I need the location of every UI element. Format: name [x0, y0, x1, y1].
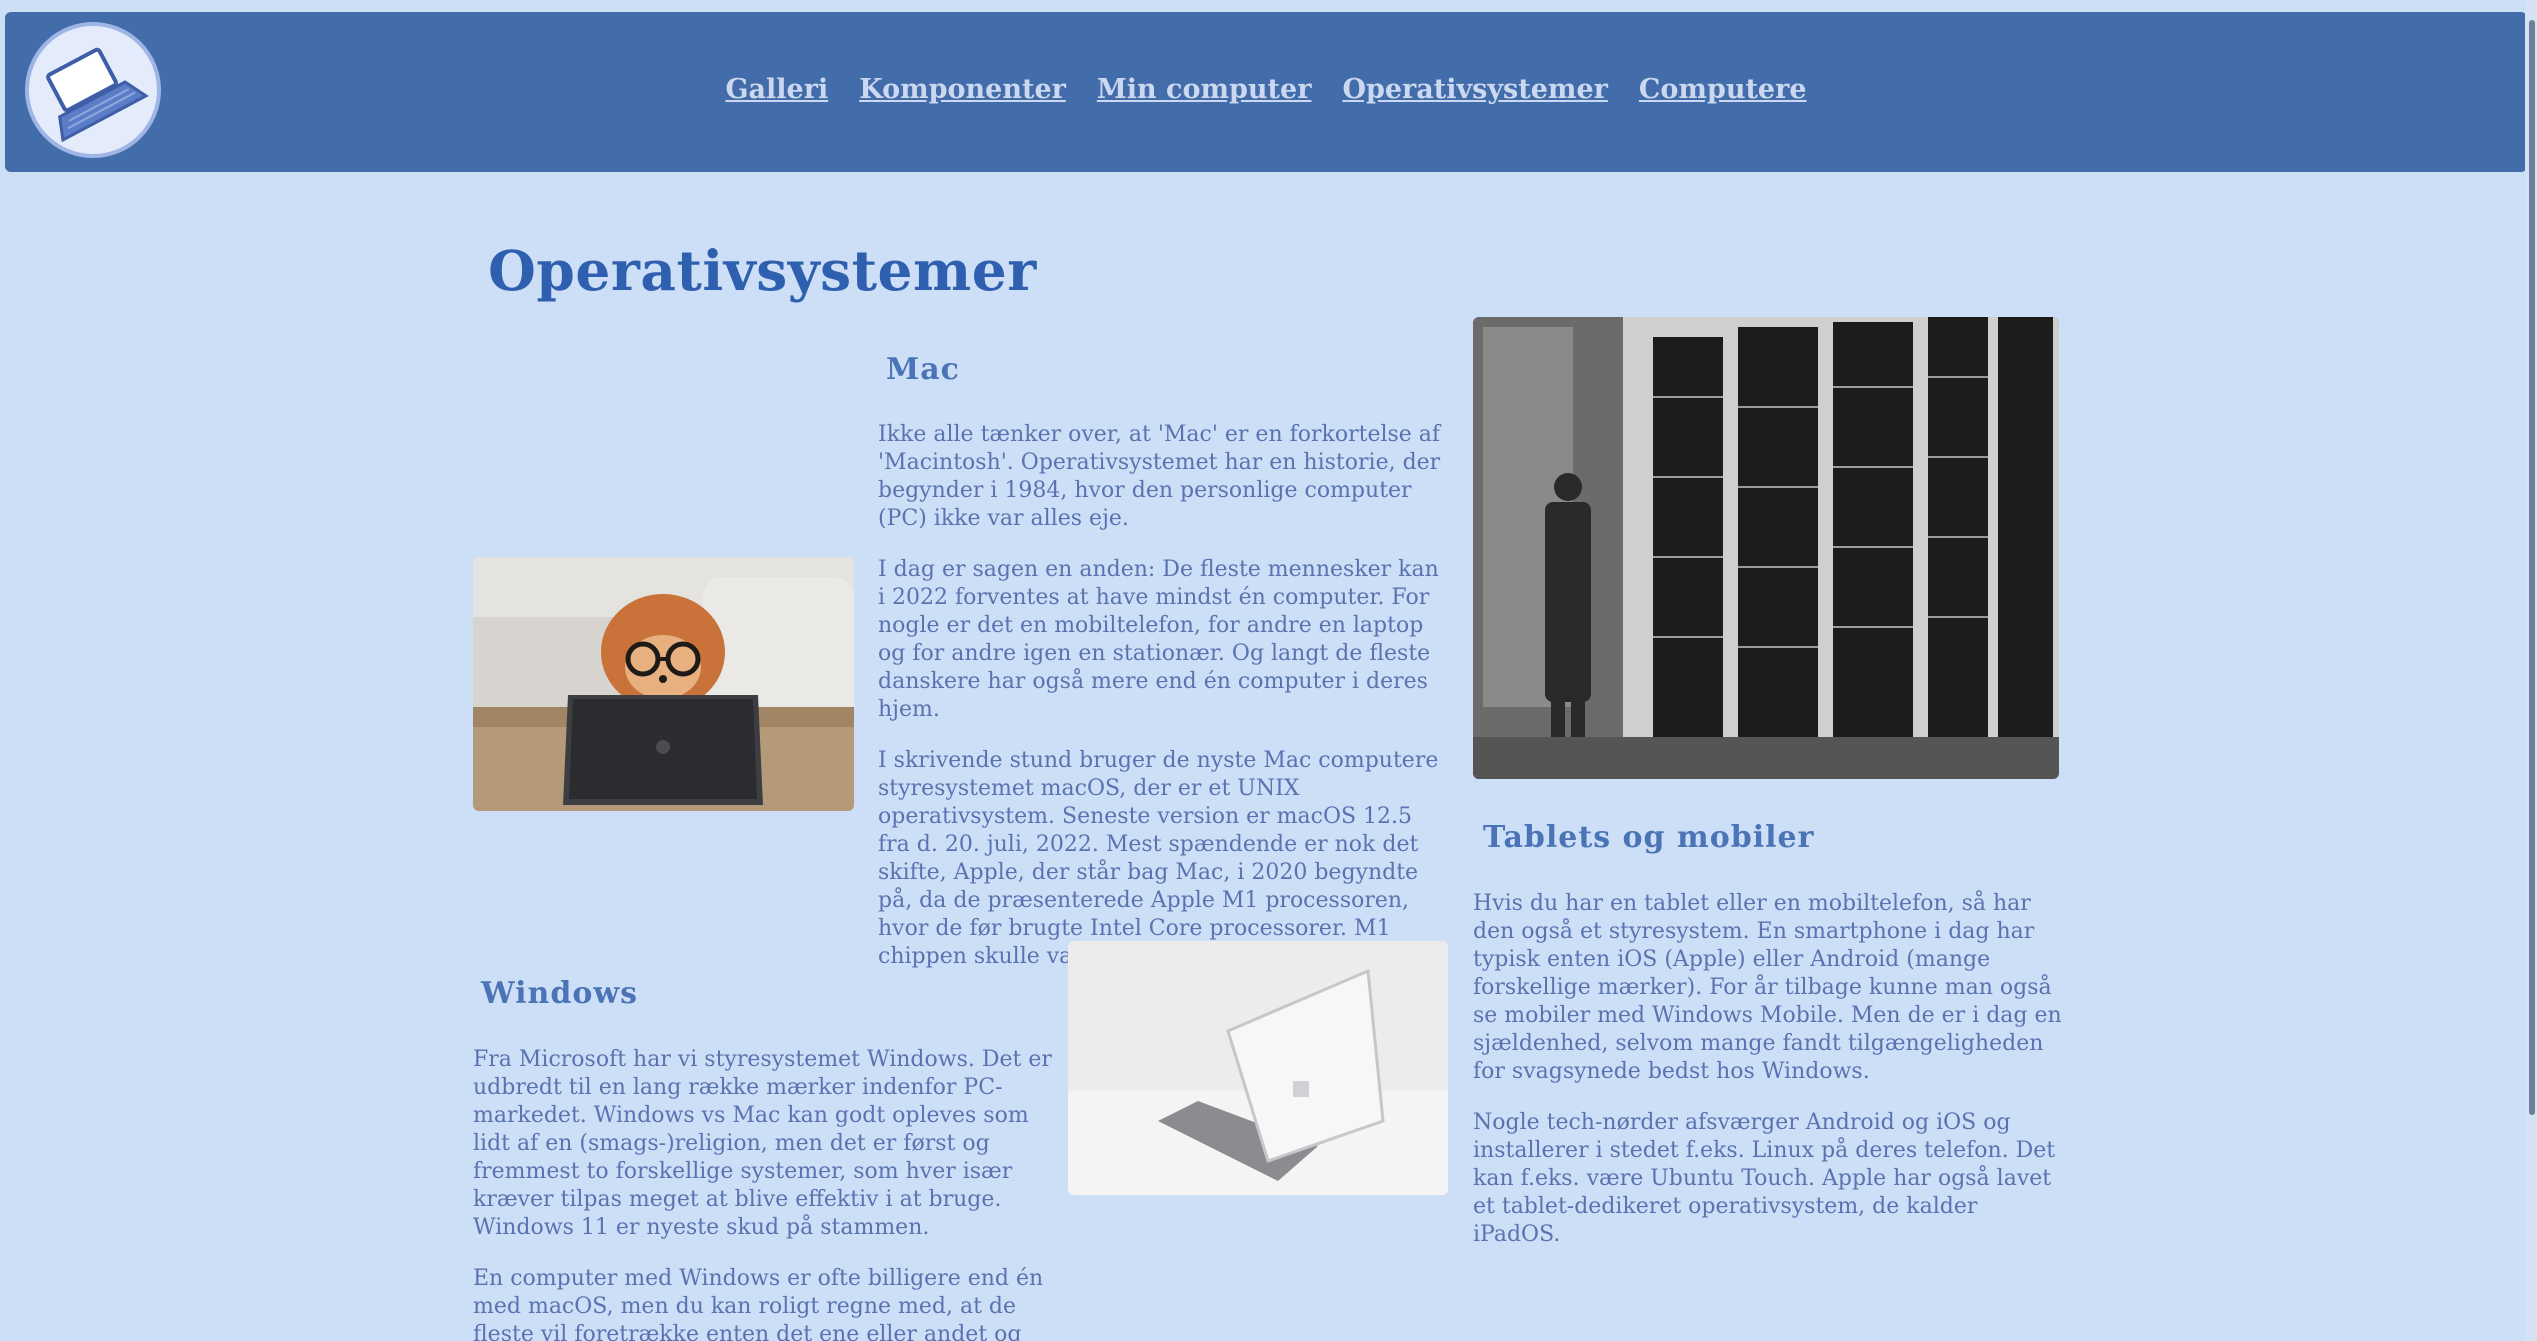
mac-paragraph: Ikke alle tænker over, at 'Mac' er en fo… — [878, 422, 1441, 531]
nav-link-komponenter[interactable]: Komponenter — [859, 74, 1066, 105]
mainframe-computer-photo — [1473, 317, 2059, 779]
tablets-text: Hvis du har en tablet eller en mobiltele… — [1473, 890, 2063, 1272]
main-nav: Galleri Komponenter Min computer Operati… — [5, 74, 2527, 105]
windows-paragraph: En computer med Windows er ofte billiger… — [473, 1266, 1044, 1341]
windows-heading: Windows — [481, 976, 639, 1011]
page-scrollbar[interactable] — [2525, 0, 2537, 1341]
site-header: Galleri Komponenter Min computer Operati… — [5, 12, 2527, 172]
page-title: Operativsystemer — [488, 238, 1037, 303]
mac-text: Ikke alle tænker over, at 'Mac' er en fo… — [878, 421, 1448, 994]
dog-with-tablet-image — [473, 557, 854, 811]
nav-link-computere[interactable]: Computere — [1639, 74, 1807, 105]
nav-link-galleri[interactable]: Galleri — [725, 74, 828, 105]
laptop-photo — [1068, 941, 1448, 1195]
nav-link-min-computer[interactable]: Min computer — [1097, 74, 1312, 105]
scrollbar-thumb[interactable] — [2529, 20, 2535, 1115]
nav-link-operativsystemer[interactable]: Operativsystemer — [1342, 74, 1607, 105]
tablets-heading: Tablets og mobiler — [1483, 820, 1815, 855]
mac-paragraph: I dag er sagen en anden: De fleste menne… — [878, 557, 1439, 722]
windows-text: Fra Microsoft har vi styresystemet Windo… — [473, 1046, 1053, 1341]
mac-paragraph: I skrivende stund bruger de nyste Mac co… — [878, 748, 1439, 969]
mac-heading: Mac — [886, 352, 960, 387]
tablets-paragraph: Nogle tech-nørder afsværger Android og i… — [1473, 1110, 2056, 1247]
windows-paragraph: Fra Microsoft har vi styresystemet Windo… — [473, 1047, 1052, 1240]
tablets-paragraph: Hvis du har en tablet eller en mobiltele… — [1473, 891, 2062, 1084]
